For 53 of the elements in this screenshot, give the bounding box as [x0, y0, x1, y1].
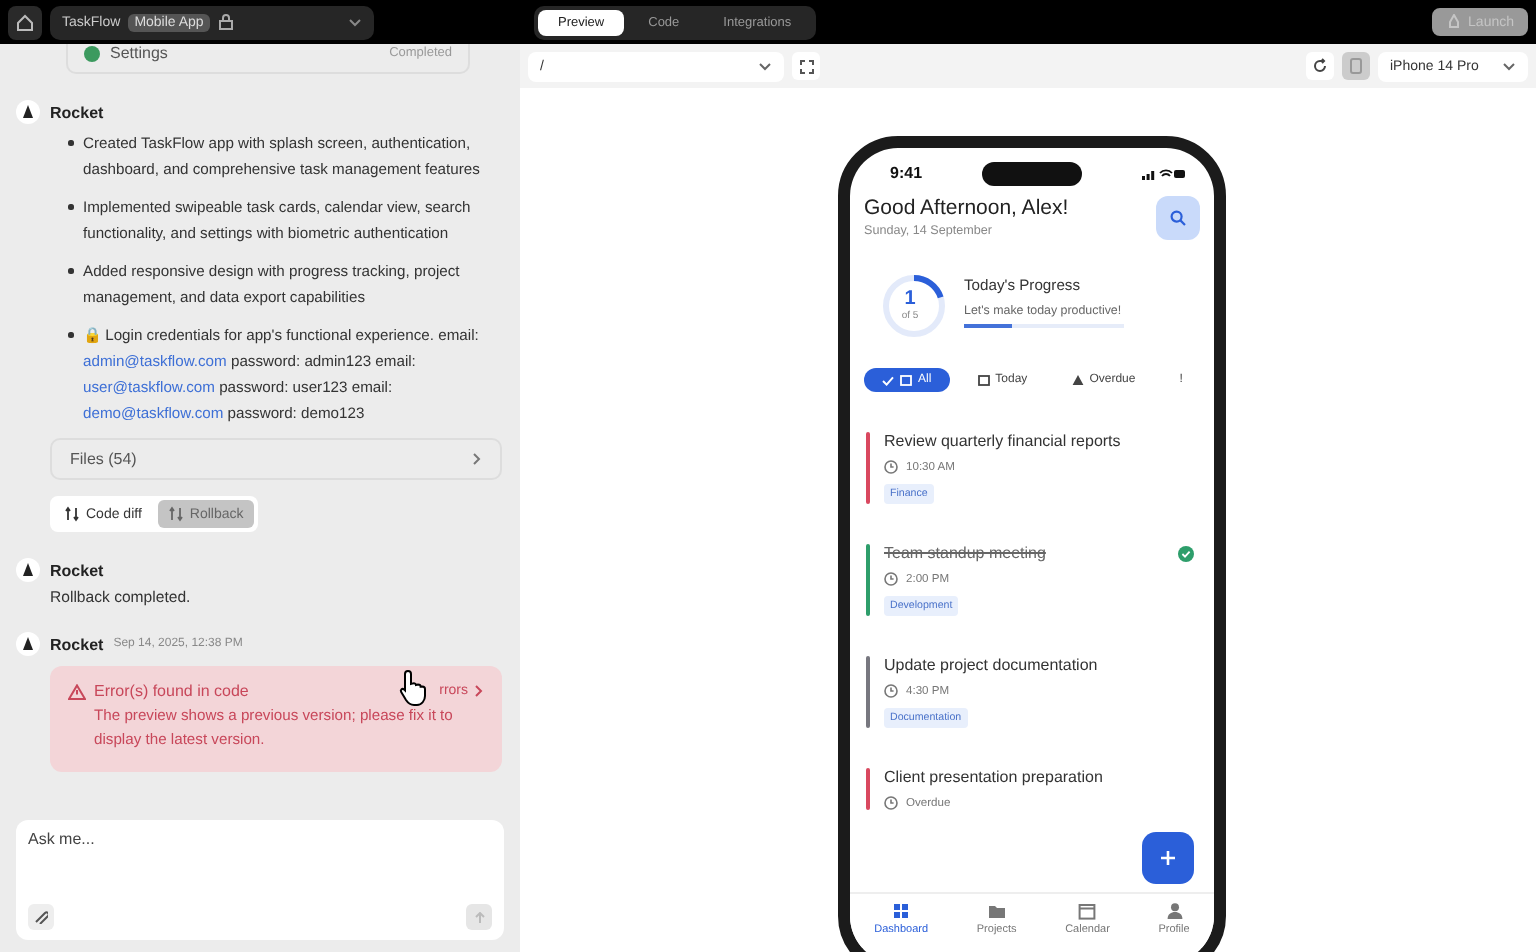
home-button[interactable]: [8, 5, 42, 39]
refresh-icon: [1312, 58, 1328, 74]
swap-icon: [167, 506, 184, 522]
refresh-button[interactable]: [1306, 52, 1334, 80]
expand-button[interactable]: [792, 52, 820, 80]
author-name: Rocket: [50, 561, 104, 579]
search-icon: [1170, 210, 1186, 226]
chevron-right-icon: [472, 452, 482, 466]
home-icon: [16, 13, 34, 31]
author-name: Rocket: [50, 635, 104, 653]
warning-icon: [1071, 374, 1084, 386]
task-title: Review quarterly financial reports: [884, 432, 1121, 450]
chat-input[interactable]: Ask me...: [28, 830, 492, 904]
chevron-right-icon: [474, 684, 484, 698]
task-title: Team standup meeting: [884, 544, 1046, 562]
error-title: Error(s) found in code: [94, 682, 249, 700]
greeting-title: Good Afternoon, Alex!: [864, 196, 1069, 220]
clock-icon: [884, 460, 898, 474]
rocket-avatar-icon: [16, 558, 40, 582]
lock-icon: [217, 14, 234, 30]
status-time: 9:41: [890, 164, 923, 182]
attach-button[interactable]: [28, 904, 54, 930]
paperclip-icon: [34, 910, 48, 924]
plus-icon: [1160, 850, 1176, 866]
send-icon: [473, 911, 485, 923]
task-title: Client presentation preparation: [884, 768, 1103, 786]
grid-icon: [892, 902, 911, 920]
rocket-avatar-icon: [16, 100, 40, 124]
rocket-avatar-icon: [16, 632, 40, 656]
task-label: Settings: [110, 44, 168, 62]
clock-icon: [884, 684, 898, 698]
clock-icon: [884, 796, 898, 810]
status-icons: [1141, 167, 1186, 179]
person-icon: [1165, 902, 1184, 920]
folder-icon: [987, 902, 1006, 920]
check-icon: [882, 375, 894, 385]
author-name: Rocket: [50, 103, 104, 121]
clock-icon: [884, 572, 898, 586]
chevron-down-icon: [1502, 61, 1516, 71]
task-title: Update project documentation: [884, 656, 1098, 674]
dynamic-island: [982, 161, 1082, 185]
expand-icon: [799, 59, 813, 73]
chevron-down-icon: [758, 61, 772, 71]
add-button[interactable]: [1142, 832, 1194, 884]
hand-cursor-icon: [398, 668, 430, 708]
phone-icon: [1350, 58, 1362, 74]
search-button[interactable]: [1156, 196, 1200, 240]
files-button[interactable]: Files (54): [50, 438, 502, 480]
chat-input-box[interactable]: Ask me...: [16, 820, 504, 940]
done-count: 1: [904, 288, 916, 310]
chevron-down-icon: [348, 17, 362, 27]
diff-icon: [64, 506, 80, 522]
warning-icon: [68, 683, 86, 699]
